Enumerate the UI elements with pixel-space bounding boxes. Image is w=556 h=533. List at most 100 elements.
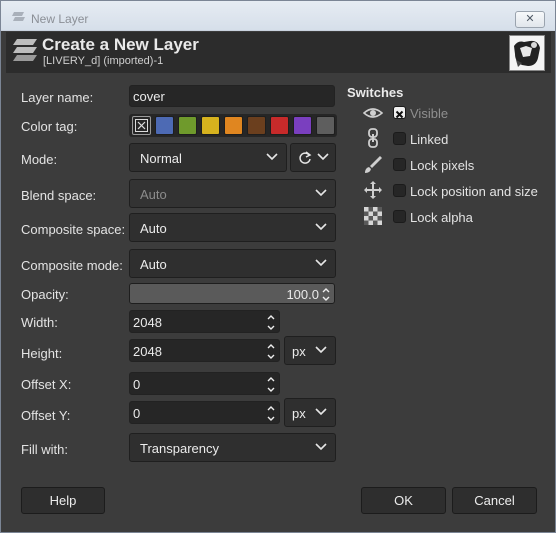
blend-space-label: Blend space: [21,188,97,203]
opacity-spinner[interactable] [319,284,333,303]
opacity-value: 100.0 [286,287,319,302]
new-layer-icon [13,39,37,61]
layer-name-input[interactable]: cover [129,85,335,107]
chevron-down-icon [315,443,327,451]
layer-name-value: cover [133,89,165,104]
mode-switch-select[interactable] [290,143,336,172]
color-tag-brown[interactable] [247,116,266,135]
chevron-down-icon [315,259,327,267]
lock-alpha-checkbox[interactable] [393,210,406,223]
visible-checkbox[interactable] [393,106,406,119]
composite-space-value: Auto [140,221,167,236]
width-input[interactable]: 2048 [129,310,280,333]
color-tag-gray[interactable] [316,116,335,135]
spin-down-icon[interactable] [319,292,333,304]
help-button[interactable]: Help [21,487,105,514]
width-spinner[interactable] [264,311,278,332]
composite-mode-select[interactable]: Auto [129,249,336,278]
mode-select[interactable]: Normal [129,143,287,172]
width-label: Width: [21,315,58,330]
offset-y-input[interactable]: 0 [129,401,280,424]
lock-position-checkbox[interactable] [393,184,406,197]
composite-mode-value: Auto [140,257,167,272]
offset-y-spinner[interactable] [264,402,278,423]
height-label: Height: [21,346,63,361]
offset-x-input[interactable]: 0 [129,372,280,395]
offset-x-spinner[interactable] [264,373,278,394]
checkerboard-icon [364,207,382,225]
composite-space-select[interactable]: Auto [129,213,336,242]
color-tag-blue[interactable] [155,116,174,135]
close-icon: ✕ [525,13,535,25]
spin-down-icon[interactable] [264,350,278,362]
height-spinner[interactable] [264,340,278,361]
spin-down-icon[interactable] [264,383,278,395]
checkmark-icon [395,110,404,119]
image-name: [LIVERY_d] (imported)-1 [43,55,164,67]
dialog-header: Create a New Layer [LIVERY_d] (imported)… [6,32,551,73]
dialog-title: Create a New Layer [42,35,199,54]
chevron-down-icon [315,408,327,416]
chevron-down-icon [315,189,327,197]
no-color-icon [135,119,148,132]
title-bar: New Layer ✕ [1,1,555,31]
reset-mode-icon [299,151,312,164]
layer-name-label: Layer name: [21,90,94,105]
lock-position-label: Lock position and size [410,184,538,199]
color-tag-none[interactable] [132,116,151,135]
lock-pixels-label: Lock pixels [410,158,475,173]
new-layer-dialog: New Layer ✕ Create a New Layer [LIVERY_d… [0,0,556,533]
eye-icon [363,108,383,118]
lock-alpha-label: Lock alpha [410,210,473,225]
fill-with-value: Transparency [140,441,219,456]
spin-down-icon[interactable] [264,321,278,333]
height-input[interactable]: 2048 [129,339,280,362]
offset-x-label: Offset X: [21,377,72,392]
width-value: 2048 [133,315,162,330]
offset-y-label: Offset Y: [21,408,71,423]
size-unit-select[interactable]: px [284,336,336,365]
fill-with-select[interactable]: Transparency [129,433,336,462]
chain-icon [368,128,378,148]
opacity-slider[interactable]: 100.0 [129,283,335,304]
window-title: New Layer [31,12,89,26]
linked-label: Linked [410,132,449,147]
switches-heading: Switches [347,85,404,100]
thumbnail-image [510,36,544,70]
lock-pixels-checkbox[interactable] [393,158,406,171]
linked-checkbox[interactable] [393,132,406,145]
offset-unit-value: px [292,406,306,421]
fill-with-label: Fill with: [21,442,68,457]
move-icon [364,181,382,199]
close-button[interactable]: ✕ [515,11,545,28]
offset-y-value: 0 [133,406,141,421]
opacity-label: Opacity: [21,287,69,302]
offset-x-value: 0 [133,377,141,392]
color-tag-orange[interactable] [224,116,243,135]
chevron-down-icon [315,346,327,354]
color-tag-violet[interactable] [293,116,312,135]
chevron-down-icon [266,153,278,161]
composite-space-label: Composite space: [21,222,126,237]
chevron-down-icon [317,153,329,161]
mode-label: Mode: [21,152,58,167]
ok-button[interactable]: OK [361,487,446,514]
chevron-down-icon [315,223,327,231]
cancel-button[interactable]: Cancel [452,487,537,514]
composite-mode-label: Composite mode: [21,258,123,273]
gimp-app-icon [12,12,25,21]
offset-unit-select[interactable]: px [284,398,336,427]
blend-space-value: Auto [140,187,167,202]
color-tag-yellow[interactable] [201,116,220,135]
height-value: 2048 [133,344,162,359]
size-unit-value: px [292,344,306,359]
visible-label: Visible [410,106,449,121]
image-thumbnail [509,35,545,71]
color-tag-green[interactable] [178,116,197,135]
color-tag-red[interactable] [270,116,289,135]
brush-icon [365,156,382,173]
color-tag-label: Color tag: [21,119,78,134]
blend-space-select[interactable]: Auto [129,179,336,208]
mode-value: Normal [140,151,182,166]
spin-down-icon[interactable] [264,412,278,424]
